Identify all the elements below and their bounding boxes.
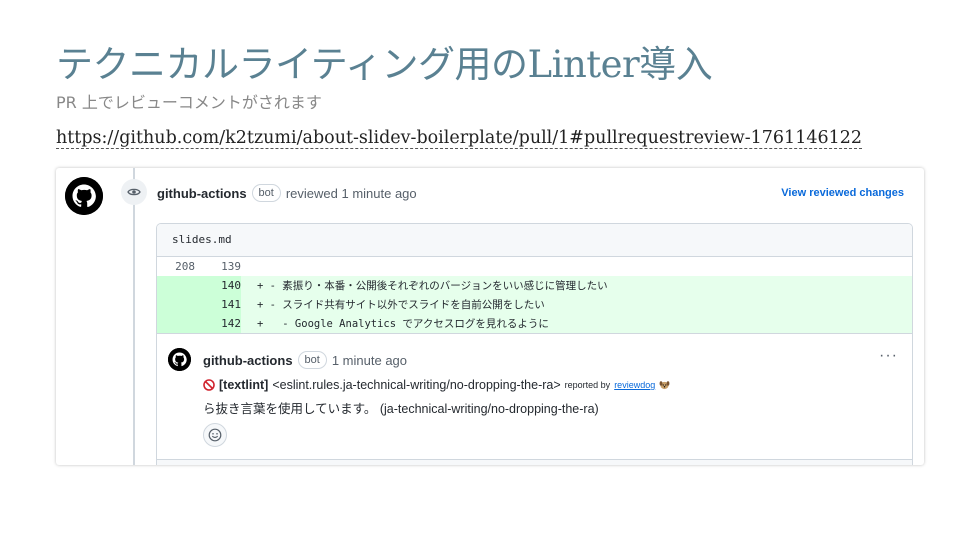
old-line-number [157,314,195,333]
diff-code: + - Google Analytics でアクセスログを見れるように [257,318,549,330]
comment-time[interactable]: 1 minute ago [332,353,407,368]
review-screenshot: github-actions bot reviewed 1 minute ago… [56,168,924,465]
reply-bar [157,459,912,465]
diff-file-box: slides.md 208 139 140 + - 素振り・本番・公開後それぞれ… [156,223,913,465]
eye-icon [121,179,147,205]
add-reaction-button[interactable] [203,423,227,447]
view-reviewed-changes-link[interactable]: View reviewed changes [781,187,904,199]
comment-line-rule: [textlint] <eslint.rules.ja-technical-wr… [203,378,670,392]
review-time: reviewed 1 minute ago [285,185,417,201]
new-line-number: 142 [195,314,241,333]
new-line-number: 140 [195,276,241,295]
textlint-label: [textlint] [219,378,269,392]
diff-row: 140 + - 素振り・本番・公開後それぞれのバージョンをいい感じに管理したい [157,276,912,295]
old-line-number [157,295,195,314]
bot-badge: bot [297,351,327,369]
timeline-line [133,168,135,465]
diff-row: 142 + - Google Analytics でアクセスログを見れるように [157,314,912,333]
slide-title: テクニカルライティング用のLinter導入 [56,43,713,86]
old-line-number: 208 [175,260,195,273]
bot-badge: bot [251,184,281,202]
reviewdog-link[interactable]: reviewdog [614,380,655,390]
comment-header: github-actions bot 1 minute ago [203,351,407,369]
new-line-number: 141 [195,295,241,314]
github-avatar-icon[interactable] [168,348,191,371]
slide-subtitle: PR 上でレビューコメントがされます [56,93,322,112]
diff-code: + - 素振り・本番・公開後それぞれのバージョンをいい感じに管理したい [257,280,608,292]
more-options-button[interactable]: ··· [879,347,898,365]
diff-row: 208 139 [157,257,912,276]
rule-id: <eslint.rules.ja-technical-writing/no-dr… [272,378,561,392]
diff-code: + - スライド共有サイト以外でスライドを自前公開をしたい [257,299,545,311]
github-avatar-icon[interactable] [65,177,103,215]
prohibited-icon [203,379,215,391]
old-line-number [157,276,195,295]
dog-icon [659,381,670,390]
comment-author[interactable]: github-actions [203,353,293,368]
pr-review-link[interactable]: https://github.com/k2tzumi/about-slidev-… [56,128,862,149]
review-comment: github-actions bot 1 minute ago ··· [tex… [157,333,912,465]
review-author[interactable]: github-actions [157,186,247,201]
review-header: github-actions bot reviewed 1 minute ago [157,184,417,202]
reported-by-text: reported by [564,380,611,390]
diff-row: 141 + - スライド共有サイト以外でスライドを自前公開をしたい [157,295,912,314]
smiley-icon [208,428,222,442]
new-line-number: 139 [221,260,241,273]
comment-message: ら抜き言葉を使用しています。 (ja-technical-writing/no-… [203,402,599,416]
file-name[interactable]: slides.md [157,224,912,257]
